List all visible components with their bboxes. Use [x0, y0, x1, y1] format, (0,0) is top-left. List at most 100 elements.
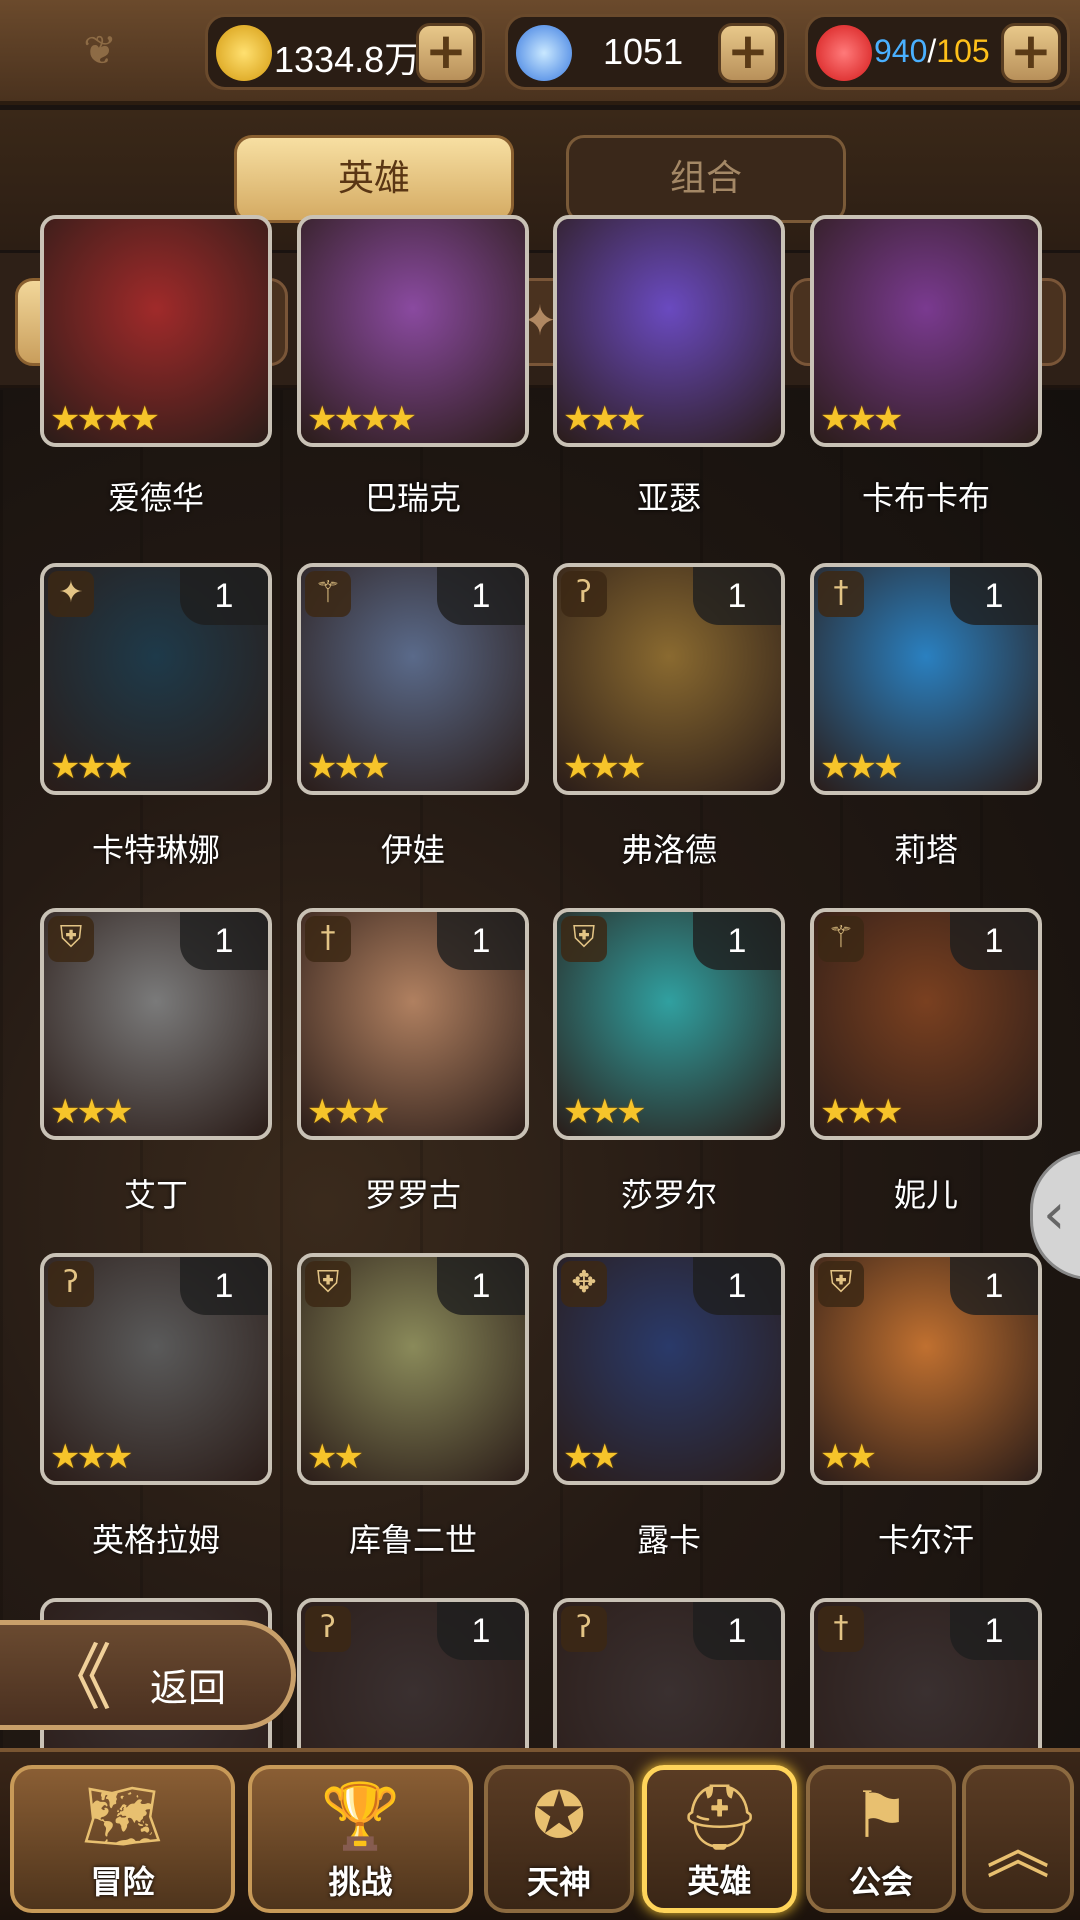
trophy-icon: 🏆 — [320, 1780, 401, 1854]
hero-star-rating: ★★★ — [563, 399, 646, 439]
hero-name: 罗罗古 — [364, 1176, 461, 1214]
hero-count-badge: 1 — [180, 912, 268, 970]
helmet-icon: ⛑ — [678, 1781, 761, 1855]
hero-class-icon: ʔ — [305, 1606, 351, 1652]
hero-count-badge: 1 — [437, 1602, 525, 1660]
hero-class-icon: † — [305, 916, 351, 962]
hero-class-icon: † — [818, 1606, 864, 1652]
hero-count-badge: 1 — [693, 567, 781, 625]
hero-star-rating: ★★★★ — [50, 399, 160, 439]
hero-name: 卡尔汗 — [877, 1521, 974, 1559]
nav-helmet[interactable]: ⛑ 英雄 — [642, 1765, 797, 1913]
hero-card[interactable]: ⛨ 1 ★★★ — [40, 908, 272, 1140]
hero-card[interactable]: ʔ 1 ★★★ — [553, 563, 785, 795]
hero-star-rating: ★★ — [307, 1437, 364, 1477]
add-gold-button[interactable]: + — [416, 23, 476, 83]
hero-card[interactable]: ★★★★ — [297, 215, 529, 447]
hero-card[interactable]: ✦ 1 ★★★ — [40, 563, 272, 795]
diamond-icon — [516, 25, 572, 81]
stamina-value: 940/105 — [874, 33, 990, 69]
hero-name: 露卡 — [636, 1521, 701, 1559]
return-label: 返回 — [150, 1666, 227, 1710]
add-stamina-button[interactable]: + — [1001, 23, 1061, 83]
hero-name: 巴瑞克 — [364, 479, 461, 517]
hero-name: 爱德华 — [107, 479, 204, 517]
hero-class-icon: ✥ — [561, 1261, 607, 1307]
hero-star-rating: ★★ — [820, 1437, 877, 1477]
double-chevron-up-icon: ︽ — [986, 1814, 1050, 1888]
hero-name: 库鲁二世 — [348, 1521, 477, 1559]
nav-label: 公会 — [848, 1863, 913, 1901]
nav-map-scroll[interactable]: 🗺 冒险 — [10, 1765, 235, 1913]
hero-count-badge: 1 — [437, 912, 525, 970]
hero-class-icon: † — [818, 571, 864, 617]
hero-class-icon: ʔ — [561, 1606, 607, 1652]
gold-value: 1334.8万 — [274, 39, 421, 80]
hero-class-icon: ⛨ — [818, 1261, 864, 1307]
gem-counter: 1051 + — [505, 14, 787, 90]
hero-count-badge: 1 — [950, 1602, 1038, 1660]
hero-name: 莉塔 — [893, 831, 958, 869]
hero-card[interactable]: ★★★★ — [40, 215, 272, 447]
hero-star-rating: ★★★ — [307, 747, 390, 787]
nav-trophy[interactable]: 🏆 挑战 — [248, 1765, 473, 1913]
hero-card[interactable]: ʔ 1 ★★★ — [40, 1253, 272, 1485]
hero-count-badge: 1 — [950, 567, 1038, 625]
return-button[interactable]: 《 返回 — [0, 1620, 296, 1730]
hero-count-badge: 1 — [950, 1257, 1038, 1315]
nav-label: 冒险 — [90, 1863, 155, 1901]
nav-double-chevron-up[interactable]: ︽ — [962, 1765, 1074, 1913]
resource-bar: ❦ 1334.8万 + 1051 + 940/105 + — [0, 0, 1080, 105]
hero-count-badge: 1 — [693, 912, 781, 970]
hero-card[interactable]: ★★★ — [810, 215, 1042, 447]
hero-star-rating: ★★★ — [820, 399, 903, 439]
hero-star-rating: ★★★ — [50, 747, 133, 787]
ornament-logo-icon: ❦ — [83, 28, 117, 74]
hero-name: 卡特琳娜 — [91, 831, 220, 869]
hero-star-rating: ★★★ — [307, 1092, 390, 1132]
hero-class-icon: ⛨ — [305, 1261, 351, 1307]
hero-count-badge: 1 — [693, 1602, 781, 1660]
hero-count-badge: 1 — [180, 567, 268, 625]
nav-guild-banner[interactable]: ⚑ 公会 — [806, 1765, 956, 1913]
hero-count-badge: 1 — [437, 567, 525, 625]
map-scroll-icon: 🗺 — [81, 1780, 164, 1854]
nav-god-emblem[interactable]: ✪ 天神 — [484, 1765, 634, 1913]
hero-count-badge: 1 — [950, 912, 1038, 970]
hero-star-rating: ★★★ — [820, 1092, 903, 1132]
hero-class-icon: ⚚ — [305, 571, 351, 617]
gold-coin-icon — [216, 25, 272, 81]
hero-star-rating: ★★★ — [563, 747, 646, 787]
hero-name: 亚瑟 — [636, 479, 701, 517]
hero-name: 弗洛德 — [620, 831, 717, 869]
hero-card[interactable]: † 1 ★★★ — [810, 563, 1042, 795]
hero-class-icon: ⛨ — [561, 916, 607, 962]
hero-class-icon: ⛨ — [48, 916, 94, 962]
hero-card[interactable]: ⛨ 1 ★★★ — [553, 908, 785, 1140]
nav-label: 天神 — [526, 1863, 591, 1901]
hero-class-icon: ✦ — [48, 571, 94, 617]
hero-card[interactable]: ⛨ 1 ★★ — [297, 1253, 529, 1485]
gem-value: 1051 — [603, 31, 684, 72]
chevron-left-icon: ‹ — [1043, 1182, 1066, 1247]
add-gems-button[interactable]: + — [718, 23, 778, 83]
tab-combos[interactable]: 组合 — [566, 135, 846, 223]
hero-card[interactable]: † 1 ★★★ — [297, 908, 529, 1140]
hero-card[interactable]: ⚚ 1 ★★★ — [297, 563, 529, 795]
hero-star-rating: ★★★ — [50, 1437, 133, 1477]
hero-class-icon: ʔ — [48, 1261, 94, 1307]
hero-card[interactable]: ★★★ — [553, 215, 785, 447]
hero-star-rating: ★★★ — [820, 747, 903, 787]
hero-star-rating: ★★★ — [563, 1092, 646, 1132]
hero-class-icon: ʔ — [561, 571, 607, 617]
hero-card[interactable]: ⚚ 1 ★★★ — [810, 908, 1042, 1140]
hero-count-badge: 1 — [180, 1257, 268, 1315]
guild-banner-icon: ⚑ — [852, 1779, 910, 1853]
tab-heroes[interactable]: 英雄 — [234, 135, 514, 223]
nav-label: 英雄 — [687, 1862, 752, 1900]
hero-card[interactable]: ⛨ 1 ★★ — [810, 1253, 1042, 1485]
gold-counter: 1334.8万 + — [205, 14, 485, 90]
stamina-counter: 940/105 + — [805, 14, 1070, 90]
hero-card[interactable]: ✥ 1 ★★ — [553, 1253, 785, 1485]
hero-name: 莎罗尔 — [620, 1176, 717, 1214]
